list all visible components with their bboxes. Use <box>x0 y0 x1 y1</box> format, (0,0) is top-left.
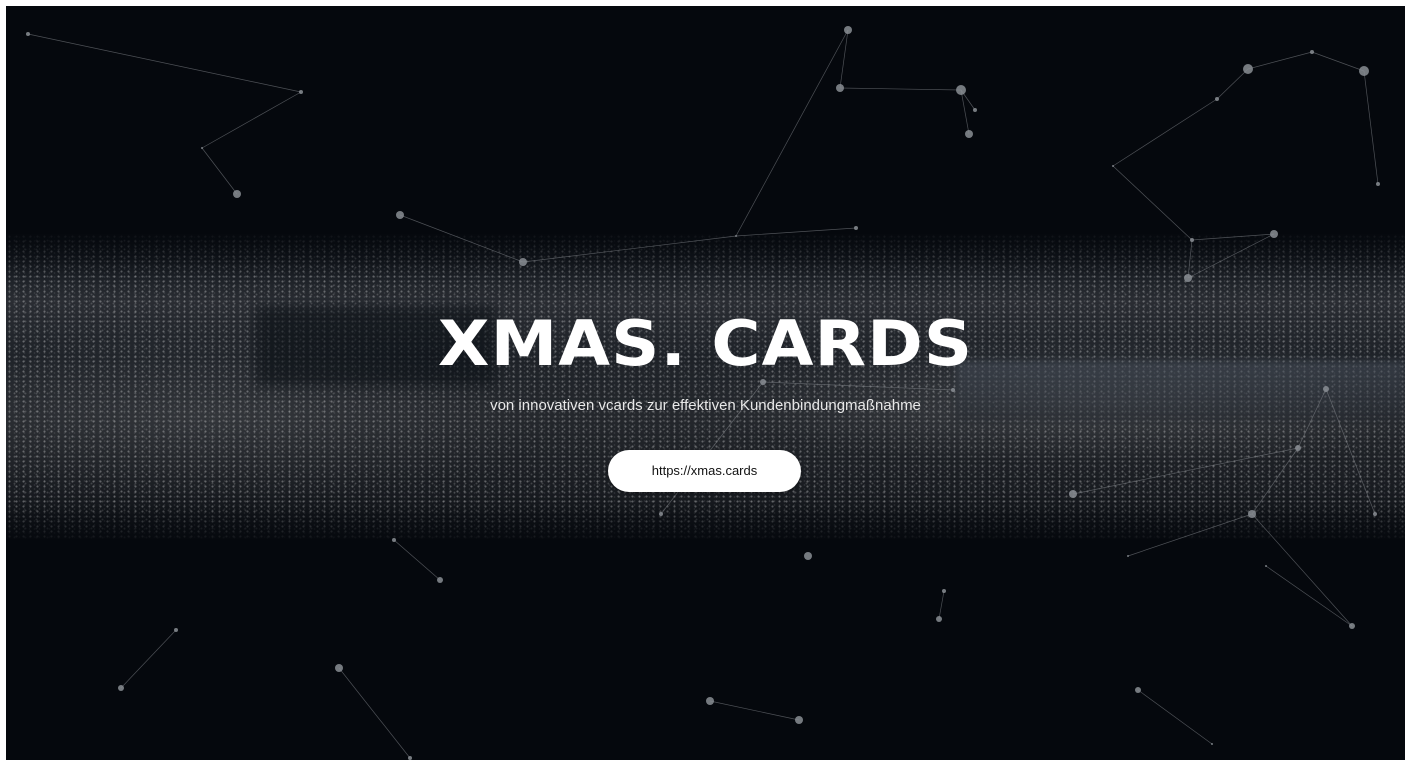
hero-section: XMAS. CARDS von innovativen vcards zur e… <box>6 6 1405 760</box>
page-frame: XMAS. CARDS von innovativen vcards zur e… <box>6 6 1405 760</box>
hero-subtitle: von innovativen vcards zur effektiven Ku… <box>490 397 921 414</box>
hero-title: XMAS. CARDS <box>437 307 974 380</box>
website-link-button[interactable]: https://xmas.cards <box>608 450 801 492</box>
